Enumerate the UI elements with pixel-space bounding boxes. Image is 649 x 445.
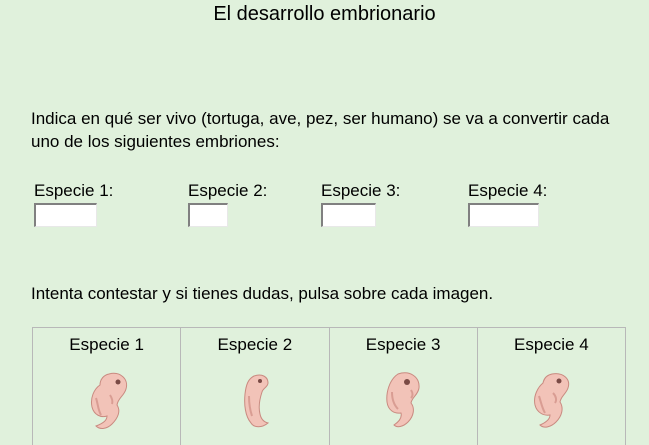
species-2-input[interactable] [188, 203, 228, 227]
embryo-image[interactable] [378, 368, 428, 432]
species-3-label: Especie 3: [321, 181, 401, 200]
species-2-label: Especie 2: [188, 181, 268, 200]
embryo-panel-1[interactable]: Especie 1 [32, 328, 180, 445]
embryo-panel-2[interactable]: Especie 2 [180, 328, 328, 445]
embryo-image[interactable] [82, 368, 132, 432]
instructions-text: Indica en qué ser vivo (tortuga, ave, pe… [31, 109, 610, 151]
species-1-input[interactable] [34, 203, 97, 227]
embryo-panels: Especie 1 Especie 2 Especie 3 Especie 4 [32, 327, 626, 445]
species-4-label: Especie 4: [468, 181, 548, 200]
species-4-input[interactable] [468, 203, 539, 227]
page-title: El desarrollo embrionario [213, 3, 436, 25]
embryo-panel-3[interactable]: Especie 3 [328, 328, 477, 445]
panel-title: Especie 3 [365, 335, 441, 354]
species-3-input[interactable] [321, 203, 376, 227]
panel-title: Especie 2 [217, 335, 293, 354]
panel-title: Especie 4 [514, 335, 589, 354]
hint-text: Intenta contestar y si tienes dudas, pul… [31, 284, 494, 303]
species-1-label: Especie 1: [34, 181, 114, 200]
embryo-image[interactable] [526, 368, 576, 432]
panel-title: Especie 1 [69, 335, 144, 354]
embryo-panel-4[interactable]: Especie 4 [476, 328, 626, 445]
embryo-image[interactable] [230, 368, 280, 432]
